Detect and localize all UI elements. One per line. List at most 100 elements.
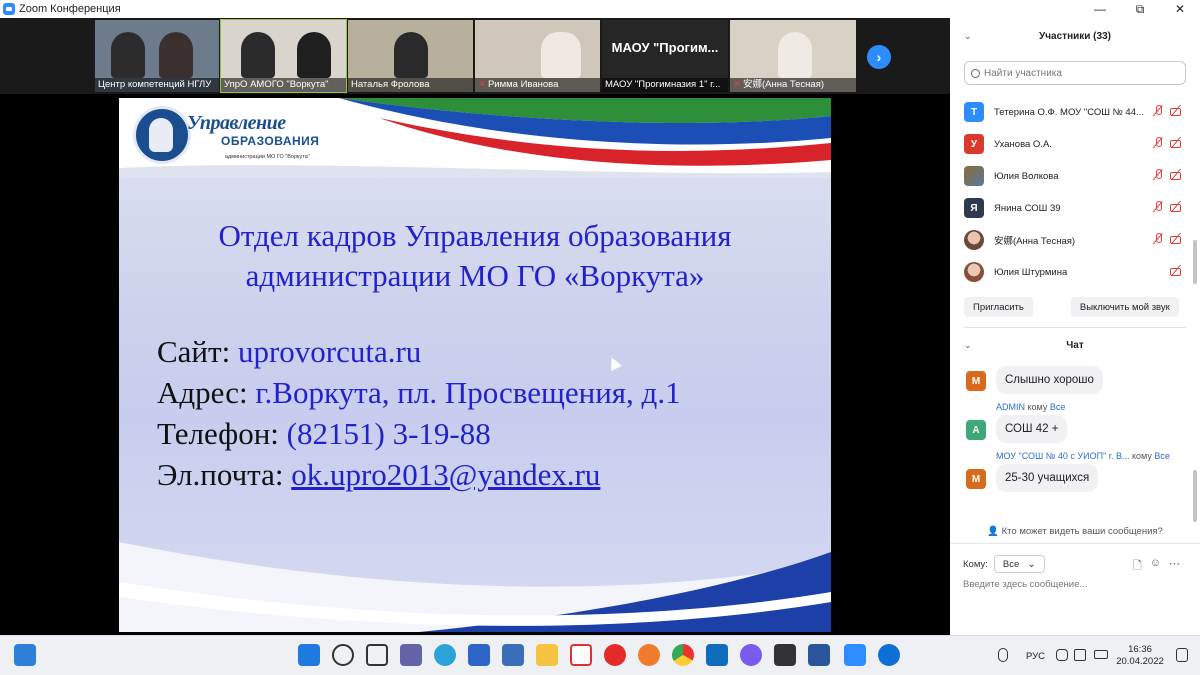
close-button[interactable]: ✕: [1160, 0, 1200, 18]
participant-name: Юлия Волкова: [994, 170, 1059, 182]
address-label: Адрес:: [157, 375, 248, 410]
participants-title: Участники (33): [1039, 30, 1111, 42]
participant-search-input[interactable]: Найти участника: [964, 61, 1186, 85]
participants-header[interactable]: ⌄ Участники (33): [950, 25, 1200, 47]
emoji-icon[interactable]: ☺: [1150, 557, 1161, 576]
participant-row[interactable]: Я Янина СОШ 39: [964, 192, 1186, 224]
video-tile[interactable]: Наталья Фролова: [348, 20, 473, 92]
edge-icon[interactable]: [434, 644, 456, 666]
chat-header[interactable]: ⌄ Чат: [950, 334, 1200, 356]
yandex-icon[interactable]: [570, 644, 592, 666]
video-tile[interactable]: Центр компетенций НГЛУ: [95, 20, 219, 92]
shared-slide: Управление ОБРАЗОВАНИЯ администрации МО …: [119, 98, 831, 632]
avatar: [964, 166, 984, 186]
volume-icon[interactable]: [1074, 649, 1086, 661]
video-tile[interactable]: ✕ 安娜(Анна Тесная): [730, 20, 856, 92]
chevron-down-icon[interactable]: ⌄: [964, 31, 972, 42]
teamviewer-icon[interactable]: [878, 644, 900, 666]
outlook-icon[interactable]: [706, 644, 728, 666]
zoom-icon[interactable]: [844, 644, 866, 666]
task-view-icon[interactable]: [366, 644, 388, 666]
network-icon[interactable]: [1056, 649, 1068, 661]
window-title: Zoom Конференция: [19, 3, 121, 15]
chrome-icon[interactable]: [672, 644, 694, 666]
participant-body: [111, 32, 145, 78]
camera-off-icon[interactable]: [1170, 169, 1182, 181]
file-explorer-icon[interactable]: [536, 644, 558, 666]
invite-button[interactable]: Пригласить: [964, 297, 1033, 317]
participant-row[interactable]: У Уханова О.А.: [964, 128, 1186, 160]
chevron-right-icon[interactable]: ›: [867, 45, 891, 69]
mute-myself-button[interactable]: Выключить мой звук: [1070, 297, 1179, 317]
slide-swoosh-decoration: [119, 542, 831, 632]
minimize-button[interactable]: —: [1080, 0, 1120, 18]
participant-row[interactable]: Юлия Штурмина: [964, 256, 1186, 288]
participant-body: [778, 32, 812, 78]
firefox-icon[interactable]: [638, 644, 660, 666]
mail-icon[interactable]: [468, 644, 490, 666]
camera-off-icon[interactable]: [1170, 233, 1182, 245]
owl-icon: [149, 118, 173, 152]
email-row: Эл.почта: ok.upro2013@yandex.ru: [157, 454, 681, 495]
store-icon[interactable]: [502, 644, 524, 666]
tile-name: ✕ 安娜(Анна Тесная): [730, 78, 856, 92]
chat-messages: М Слышно хорошо ADMIN кому Все А СОШ 42 …: [964, 366, 1186, 500]
search-icon: [971, 68, 980, 78]
video-tile[interactable]: МАОУ "Прогим... МАОУ "Прогимназия 1" г..…: [602, 20, 728, 92]
video-tile[interactable]: ✕ Римма Иванова: [475, 20, 600, 92]
camera-off-icon[interactable]: [1170, 137, 1182, 149]
chevron-up-icon[interactable]: [976, 650, 986, 660]
to-label: Кому:: [963, 558, 988, 570]
restore-button[interactable]: ⧉: [1120, 0, 1160, 18]
mic-off-icon[interactable]: [1152, 169, 1164, 181]
more-icon[interactable]: ⋯: [1169, 557, 1180, 576]
camera-off-icon[interactable]: [1170, 201, 1182, 213]
alice-icon[interactable]: [740, 644, 762, 666]
chat-scrollbar[interactable]: [1193, 470, 1197, 522]
word-icon[interactable]: [808, 644, 830, 666]
side-panel: ⌄ Участники (33) Найти участника Т Тетер…: [950, 18, 1200, 635]
site-label: Сайт:: [157, 334, 231, 369]
start-icon[interactable]: [298, 644, 320, 666]
message-text: Слышно хорошо: [996, 366, 1103, 394]
participant-row[interactable]: 安娜(Анна Тесная): [964, 224, 1186, 256]
phone-value: (82151) 3-19-88: [286, 416, 491, 451]
notifications-icon[interactable]: [1176, 648, 1188, 662]
zoom-logo-icon: [3, 3, 15, 15]
avatar: М: [966, 469, 986, 489]
avatar: [964, 262, 984, 282]
language-indicator[interactable]: РУС: [1026, 651, 1045, 662]
participant-body: [297, 32, 331, 78]
7zip-icon[interactable]: [774, 644, 796, 666]
video-area: Центр компетенций НГЛУ УпрО АМОГО "Ворку…: [0, 18, 950, 635]
tile-name: УпрО АМОГО "Воркута": [221, 78, 346, 92]
clock[interactable]: 16:36 20.04.2022: [1112, 644, 1168, 668]
site-row: Сайт: uprovorcuta.ru: [157, 331, 681, 372]
participant-row[interactable]: Т Тетерина О.Ф. МОУ "СОШ № 44...: [964, 96, 1186, 128]
slide-heading-line1: Отдел кадров Управления образования: [218, 218, 732, 253]
search-icon[interactable]: [332, 644, 354, 666]
widgets-icon[interactable]: [14, 644, 36, 666]
mic-off-icon[interactable]: [1152, 137, 1164, 149]
teams-chat-icon[interactable]: [400, 644, 422, 666]
chevron-down-icon[interactable]: ⌄: [964, 340, 972, 351]
file-icon[interactable]: 🗋: [1133, 557, 1142, 576]
participant-name: Тетерина О.Ф. МОУ "СОШ № 44...: [994, 106, 1144, 118]
avatar: У: [964, 134, 984, 154]
participants-scrollbar[interactable]: [1193, 240, 1197, 284]
battery-icon[interactable]: [1094, 650, 1108, 659]
message-sender: МОУ "СОШ № 40 с УИОП" г. В... кому Все: [996, 451, 1170, 461]
camera-off-icon[interactable]: [1170, 265, 1182, 277]
recipient-dropdown[interactable]: Все: [993, 555, 1045, 573]
video-tile-active[interactable]: УпрО АМОГО "Воркута": [220, 19, 347, 93]
mic-off-icon[interactable]: [1152, 201, 1164, 213]
camera-off-icon[interactable]: [1170, 105, 1182, 117]
compose-icons: 🗋 ☺ ⋯: [1133, 557, 1180, 576]
microphone-icon[interactable]: [998, 648, 1008, 662]
chat-input[interactable]: Введите здесь сообщение...: [963, 579, 1087, 590]
mic-off-icon[interactable]: [1152, 233, 1164, 245]
participant-row[interactable]: Юлия Волкова: [964, 160, 1186, 192]
yandex-browser-icon[interactable]: [604, 644, 626, 666]
mic-off-icon[interactable]: [1152, 105, 1164, 117]
who-can-see-link[interactable]: 👤 Кто может видеть ваши сообщения?: [950, 526, 1200, 537]
